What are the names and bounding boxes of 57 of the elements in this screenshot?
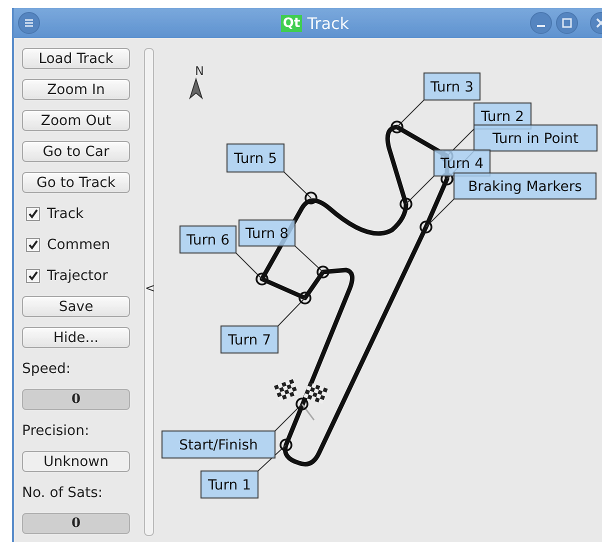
field-label: Speed:	[22, 360, 72, 378]
checkbox-label[interactable]: Commen	[47, 236, 110, 252]
marker-node[interactable]	[256, 272, 268, 286]
leader-line	[274, 404, 302, 432]
marker-label[interactable]: Turn in Point	[474, 124, 598, 152]
marker-label[interactable]: Turn 5	[226, 144, 284, 172]
leader-line	[284, 172, 312, 198]
checkered-flags-icon	[274, 379, 328, 420]
leader-line	[426, 198, 454, 228]
sidebar-button[interactable]: Go to Car	[22, 141, 130, 162]
window-title: Track	[307, 14, 350, 32]
checkbox[interactable]	[26, 206, 40, 220]
splitter[interactable]: <	[144, 48, 154, 536]
value-display: 0	[22, 389, 130, 410]
marker-node[interactable]	[390, 120, 404, 134]
status-field: Unknown	[22, 451, 130, 472]
sidebar-button[interactable]: Go to Track	[22, 172, 130, 193]
sidebar-button[interactable]: Zoom In	[22, 79, 130, 100]
north-arrow-icon	[189, 77, 203, 100]
sidebar-button[interactable]: Zoom Out	[22, 110, 130, 131]
value-display: 0	[22, 513, 130, 534]
marker-label[interactable]: Start/Finish	[162, 430, 276, 458]
checkbox[interactable]	[26, 268, 40, 282]
checkbox-label[interactable]: Trajector	[47, 268, 108, 284]
checkbox[interactable]	[26, 238, 40, 252]
menu-icon[interactable]	[18, 12, 40, 34]
leader-line	[258, 444, 286, 472]
marker-label[interactable]: Turn 1	[200, 470, 258, 498]
marker-node[interactable]	[400, 198, 412, 210]
marker-label[interactable]: Turn 3	[424, 72, 480, 100]
sidebar-button[interactable]: Load Track	[22, 48, 130, 69]
marker-node[interactable]	[296, 398, 308, 410]
sidebar-button[interactable]: Hide...	[22, 327, 130, 348]
marker-node[interactable]	[316, 266, 330, 278]
checkbox-label[interactable]: Track	[47, 206, 84, 222]
marker-node[interactable]	[304, 192, 318, 204]
marker-label[interactable]: Turn 8	[238, 220, 296, 246]
field-label: No. of Sats:	[22, 484, 104, 502]
sidebar-button[interactable]: Save	[22, 296, 130, 317]
marker-label[interactable]: Braking Markers	[454, 172, 596, 200]
leader-line	[406, 176, 434, 204]
maximize-icon[interactable]	[556, 12, 578, 34]
leader-line	[236, 252, 262, 280]
marker-node[interactable]	[280, 438, 292, 452]
collapse-handle[interactable]: <	[145, 281, 156, 295]
leader-line	[278, 298, 306, 326]
marker-label[interactable]: Turn 6	[180, 226, 236, 254]
marker-node[interactable]	[298, 292, 312, 304]
leader-line	[396, 100, 424, 128]
marker-label[interactable]: Turn 4	[434, 150, 490, 176]
minimize-icon[interactable]	[530, 12, 552, 34]
field-label: Precision:	[22, 422, 90, 440]
marker-node[interactable]	[420, 220, 432, 234]
marker-label[interactable]: Turn 7	[220, 326, 278, 354]
compass-label: N	[195, 64, 204, 78]
leader-line	[294, 246, 324, 272]
app-logo: Qt	[280, 14, 302, 32]
